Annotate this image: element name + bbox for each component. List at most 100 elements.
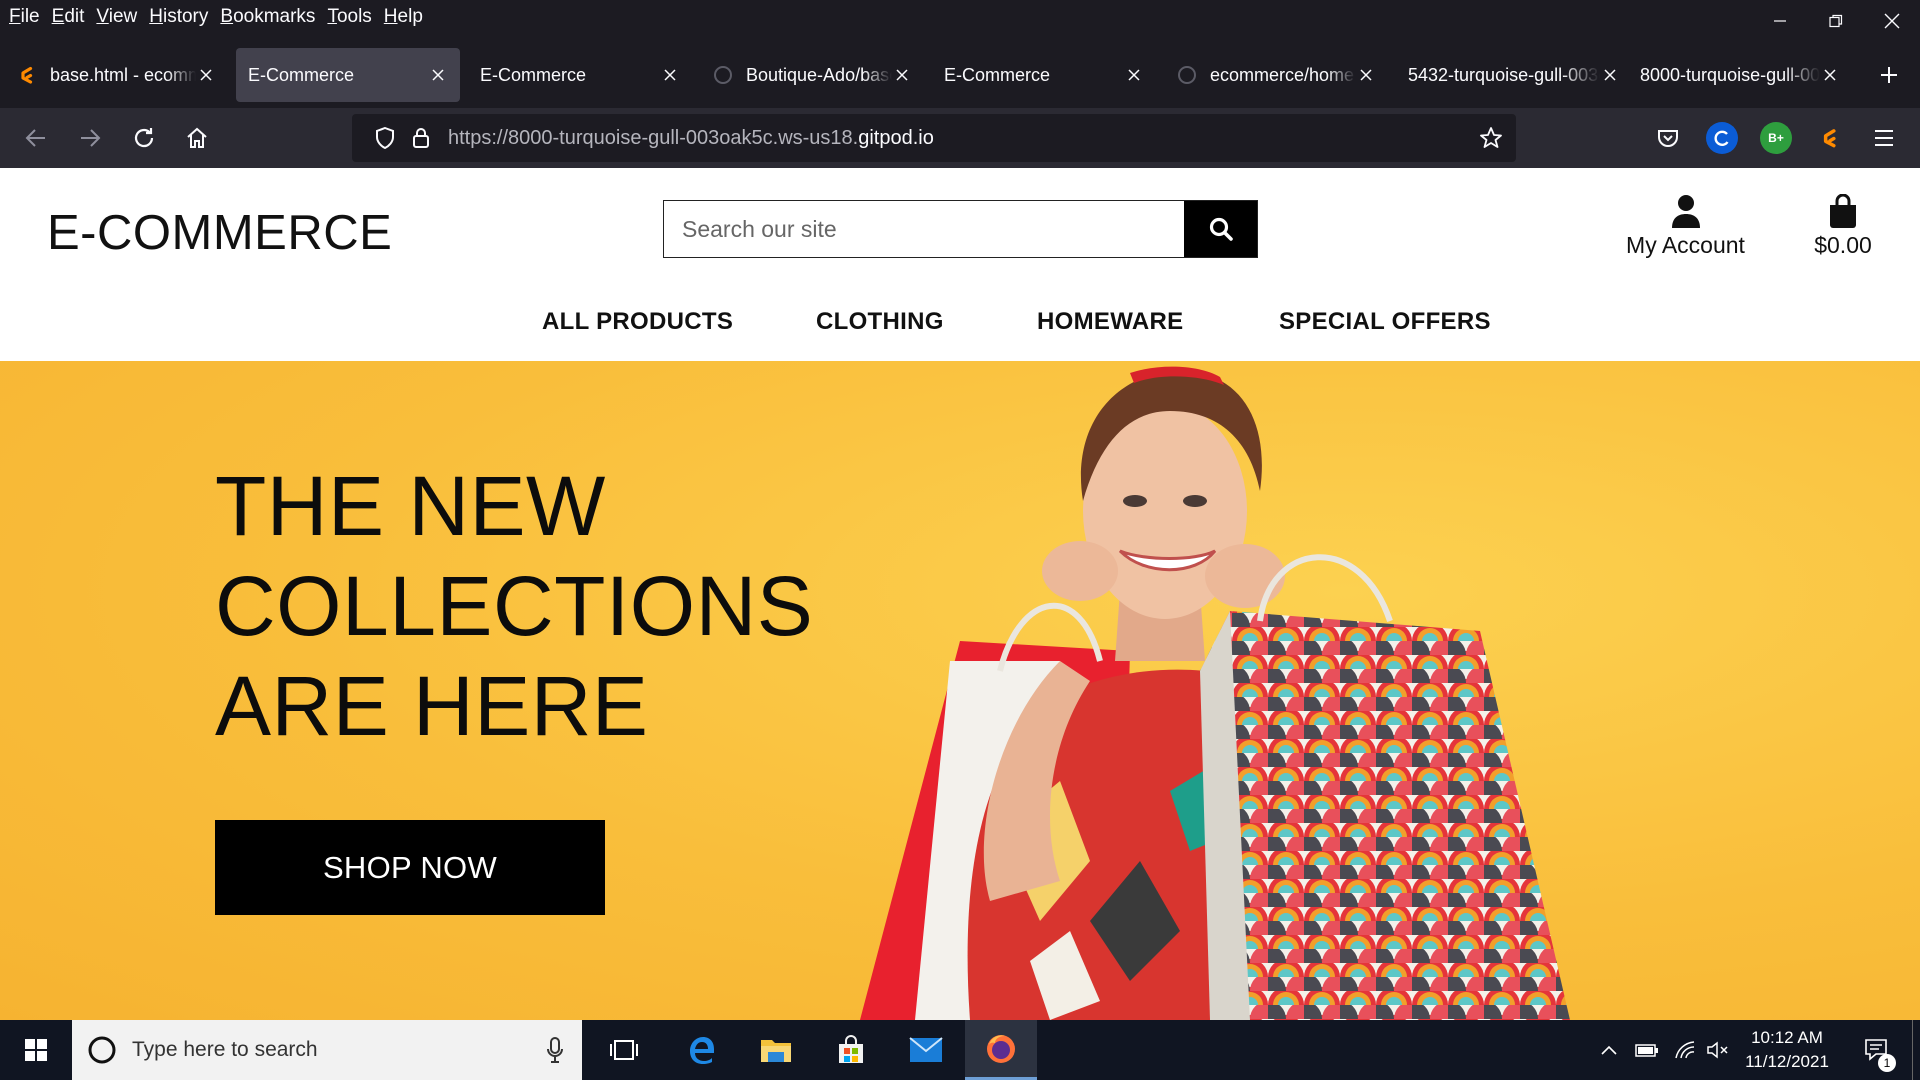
menu-help[interactable]: Help (383, 6, 432, 28)
nav-all-products[interactable]: ALL PRODUCTS (542, 308, 733, 336)
hero-heading-line-1: THE NEW (215, 459, 606, 553)
url-host: gitpod.io (858, 126, 934, 149)
taskbar-search[interactable]: Type here to search (72, 1020, 582, 1080)
show-desktop-divider[interactable] (1912, 1020, 1913, 1080)
new-tab-button[interactable] (1872, 58, 1906, 92)
close-tab-icon[interactable] (196, 65, 216, 85)
menu-tools[interactable]: Tools (326, 6, 380, 28)
tab-ecommerce[interactable]: E-Commerce (468, 48, 692, 102)
minimize-icon (1774, 20, 1786, 22)
pocket-icon (1658, 130, 1678, 147)
tab-base-html[interactable]: base.html - ecommerce (4, 48, 228, 102)
tab-ecommerce-home[interactable]: ecommerce/home.html (1164, 48, 1388, 102)
close-tab-icon[interactable] (660, 65, 680, 85)
nav-special-offers[interactable]: SPECIAL OFFERS (1279, 308, 1491, 336)
volume-button[interactable] (1704, 1020, 1732, 1080)
back-button[interactable] (16, 118, 56, 158)
start-button[interactable] (0, 1020, 72, 1080)
close-tab-icon[interactable] (428, 65, 448, 85)
hamburger-icon (1875, 130, 1893, 146)
search-button[interactable] (1184, 201, 1257, 257)
tab-5432-workspace[interactable]: 5432-turquoise-gull-003oak5c (1396, 48, 1632, 102)
my-account-link[interactable]: My Account (1618, 192, 1753, 259)
network-button[interactable] (1670, 1020, 1700, 1080)
tab-ecommerce-active[interactable]: E-Commerce (236, 48, 460, 102)
gitpod-extension-icon[interactable] (1814, 122, 1846, 154)
pocket-button[interactable] (1648, 118, 1688, 158)
tab-boutique-ado[interactable]: Boutique-Ado/base.html (700, 48, 924, 102)
home-icon (187, 127, 207, 148)
menu-file[interactable]: File (8, 6, 49, 28)
tab-8000-workspace[interactable]: 8000-turquoise-gull-003oak5c (1628, 48, 1852, 102)
close-tab-icon[interactable] (1600, 65, 1620, 85)
firefox-taskbar-button[interactable] (965, 1020, 1037, 1080)
close-tab-icon[interactable] (1124, 65, 1144, 85)
menu-bookmarks[interactable]: Bookmarks (219, 6, 324, 28)
edge-taskbar-button[interactable] (665, 1020, 737, 1080)
tab-title: ecommerce/home.html (1210, 64, 1356, 85)
nav-homeware[interactable]: HOMEWARE (1037, 308, 1183, 336)
b-plus-extension-icon[interactable]: B+ (1760, 122, 1792, 154)
shopping-bag-icon (1800, 192, 1886, 228)
url-text: https://8000-turquoise-gull-003oak5c.ws-… (448, 127, 934, 150)
web-page: E-COMMERCE Search our site My Account $0… (0, 168, 1920, 1020)
battery-icon (1635, 1044, 1658, 1057)
arrow-left-icon (25, 129, 45, 147)
shop-now-button[interactable]: SHOP NOW (215, 820, 605, 915)
clock-date: 11/12/2021 (1745, 1052, 1829, 1071)
forward-button[interactable] (70, 118, 110, 158)
show-hidden-icons-button[interactable] (1596, 1020, 1622, 1080)
tab-title: E-Commerce (480, 64, 587, 85)
site-logo[interactable]: E-COMMERCE (47, 205, 392, 261)
app-menu-button[interactable] (1864, 118, 1904, 158)
plus-icon (1881, 67, 1897, 83)
shopping-bag-link[interactable]: $0.00 (1800, 192, 1886, 259)
microphone-icon[interactable] (546, 1037, 564, 1063)
close-tab-icon[interactable] (1356, 65, 1376, 85)
menu-bar: File Edit View History Bookmarks Tools H… (0, 0, 1920, 34)
battery-button[interactable] (1632, 1020, 1662, 1080)
close-tab-icon[interactable] (1820, 65, 1840, 85)
menu-history[interactable]: History (148, 6, 217, 28)
cart-total: $0.00 (1814, 232, 1872, 258)
gitpod-icon (16, 64, 38, 86)
mail-taskbar-button[interactable] (890, 1020, 962, 1080)
close-tab-icon[interactable] (892, 65, 912, 85)
hero-heading-line-2: COLLECTIONS (215, 559, 814, 653)
reload-icon (134, 128, 154, 148)
menu-view[interactable]: View (95, 6, 146, 28)
bookmark-star-icon[interactable] (1476, 123, 1506, 153)
restore-button[interactable] (1808, 0, 1864, 42)
home-button[interactable] (177, 118, 217, 158)
hero-heading: THE NEW COLLECTIONS ARE HERE (215, 456, 813, 756)
microsoft-store-taskbar-button[interactable] (815, 1020, 887, 1080)
edge-icon (690, 1037, 714, 1064)
tab-title: Boutique-Ado/base.html (746, 64, 892, 85)
nav-clothing[interactable]: CLOTHING (816, 308, 944, 336)
task-view-button[interactable] (588, 1020, 660, 1080)
lock-icon[interactable] (406, 123, 436, 153)
my-account-label: My Account (1626, 232, 1745, 258)
reload-button[interactable] (124, 118, 164, 158)
close-window-button[interactable] (1864, 0, 1920, 42)
search-input[interactable]: Search our site (664, 201, 1184, 257)
windows-logo-icon (25, 1039, 47, 1061)
menu-edit[interactable]: Edit (51, 6, 94, 28)
clock-time: 10:12 AM (1751, 1028, 1823, 1047)
github-icon (1176, 64, 1198, 86)
grammarly-extension-icon[interactable] (1706, 122, 1738, 154)
minimize-button[interactable] (1752, 0, 1808, 42)
hero-image-woman-with-shopping-bags (860, 366, 1570, 1020)
shield-icon[interactable] (370, 123, 400, 153)
hero-heading-line-3: ARE HERE (215, 659, 649, 753)
file-explorer-taskbar-button[interactable] (740, 1020, 812, 1080)
github-icon (712, 64, 734, 86)
action-center-button[interactable]: 1 (1852, 1020, 1902, 1080)
hero-banner: THE NEW COLLECTIONS ARE HERE SHOP NOW (0, 361, 1920, 1020)
site-search: Search our site (663, 200, 1258, 258)
system-clock[interactable]: 10:12 AM 11/12/2021 (1732, 1026, 1842, 1074)
address-bar[interactable]: https://8000-turquoise-gull-003oak5c.ws-… (352, 114, 1516, 162)
user-icon (1618, 192, 1753, 228)
navigation-toolbar: https://8000-turquoise-gull-003oak5c.ws-… (0, 108, 1920, 168)
tab-ecommerce-2[interactable]: E-Commerce (932, 48, 1156, 102)
